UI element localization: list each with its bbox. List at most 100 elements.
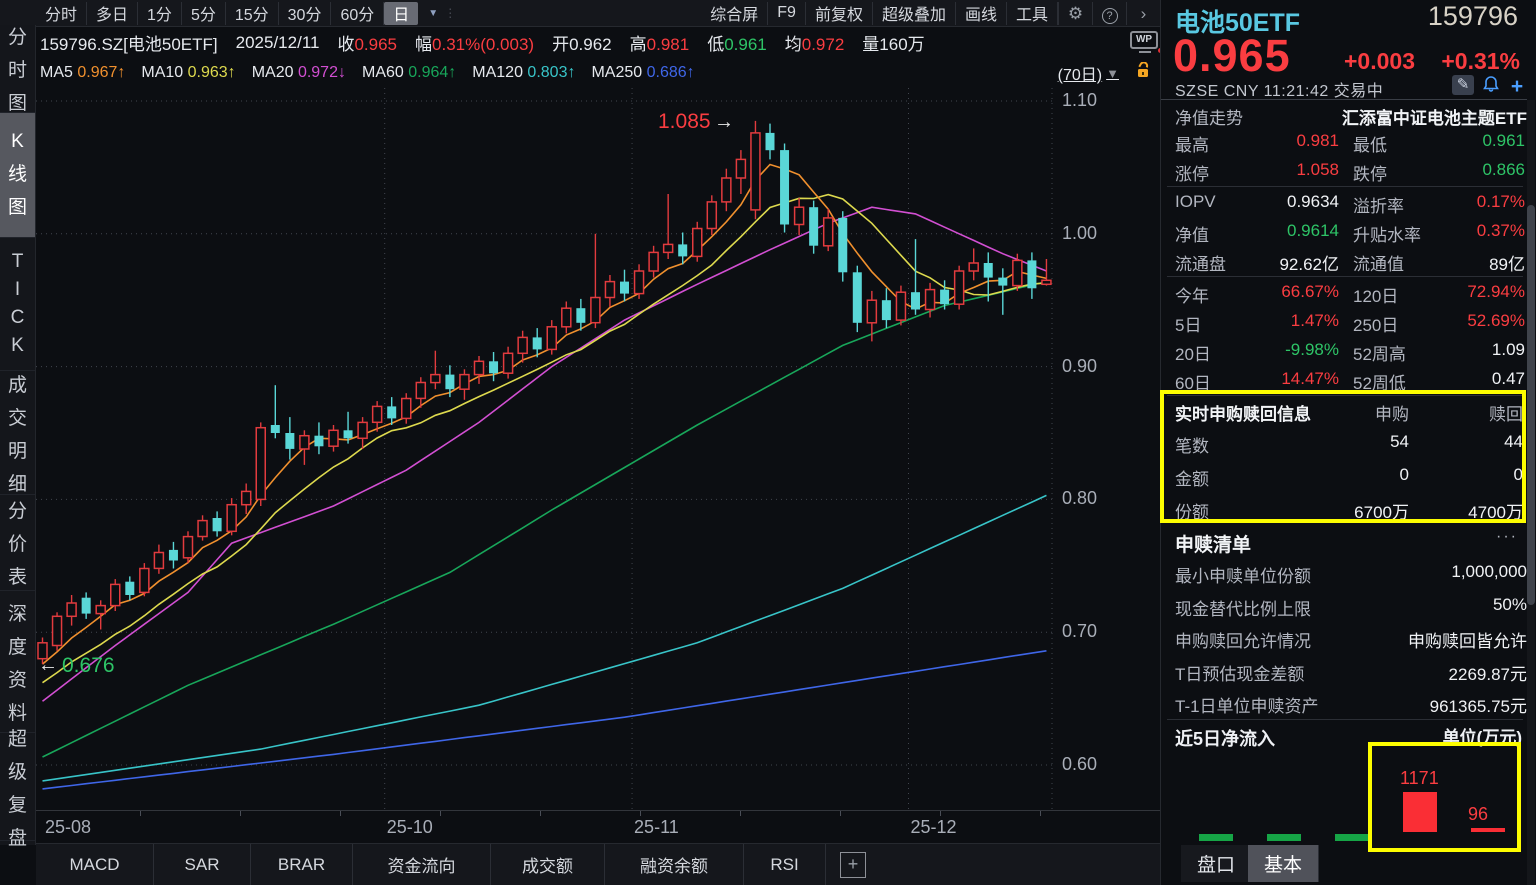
- close-value: 收0.965: [337, 30, 397, 55]
- net-inflow-label: 1171: [1400, 768, 1439, 789]
- x-axis-tick: [940, 811, 941, 816]
- x-axis-label: 25-12: [911, 817, 957, 838]
- redeem-row-T日预估现金差额: T日预估现金差额2269.87元: [1175, 660, 1527, 685]
- panel-tab-基本[interactable]: 基本: [1248, 845, 1319, 882]
- edit-pencil-icon[interactable]: ✎: [1452, 75, 1474, 95]
- ma-legend-MA20: MA20 0.972↓: [252, 64, 346, 82]
- fund-name-row: 净值走势汇添富中证电池主题ETF: [1175, 104, 1527, 129]
- stat-row-最高: 最高0.981最低0.961: [1175, 131, 1531, 156]
- x-axis-tick: [340, 811, 341, 816]
- sidebar-item-分价表[interactable]: 分价表: [0, 495, 35, 591]
- quote-info-row: 159796.SZ[电池50ETF] 2025/12/11 收0.965 幅0.…: [36, 27, 1160, 58]
- x-axis-tick: [640, 811, 641, 816]
- period-tab-多日[interactable]: 多日: [87, 2, 138, 25]
- ma-legend-items: MA5 0.967↑MA10 0.963↑MA20 0.972↓MA60 0.9…: [40, 64, 695, 82]
- gear-icon[interactable]: ⚙: [1058, 2, 1092, 25]
- net-inflow-bar-1: [1199, 834, 1233, 841]
- help-icon[interactable]: ?: [1092, 2, 1126, 25]
- sidebar-item-深度资料[interactable]: 深度资料: [0, 591, 35, 733]
- indicator-tab-成交额[interactable]: 成交额: [491, 844, 605, 885]
- period-tab-分时[interactable]: 分时: [36, 2, 87, 25]
- indicator-tab-资金流向[interactable]: 资金流向: [353, 844, 491, 885]
- net-inflow-bar-3: [1335, 834, 1369, 841]
- wp-monitor-icon[interactable]: WP: [1130, 31, 1160, 55]
- redeem-row-现金替代比例上限: 现金替代比例上限50%: [1175, 595, 1527, 620]
- x-axis-tick: [740, 811, 741, 816]
- ma-legend-MA120: MA120 0.803↑: [472, 64, 575, 82]
- redeem-row-最小申赎单位份额: 最小申赎单位份额1,000,000: [1175, 562, 1527, 587]
- trading-terminal: 分时多日1分5分15分30分60分日 ▼ ⋮ 综合屏F9前复权超级叠加画线工具 …: [0, 0, 1536, 885]
- y-axis-label: 1.00: [1062, 223, 1097, 244]
- x-axis-tick: [540, 811, 541, 816]
- net-inflow-bar-4: [1403, 792, 1437, 832]
- x-axis-label: 25-11: [634, 817, 679, 838]
- redeem-list-more-icon[interactable]: ···: [1496, 528, 1518, 546]
- sidebar-item-K线图[interactable]: K线图: [0, 113, 35, 238]
- subscribe-header: 实时申购赎回信息申购赎回: [1175, 400, 1527, 425]
- stat-row-60日: 60日14.47%52周低0.47: [1175, 369, 1531, 394]
- subscribe-row-金额: 金额00: [1175, 465, 1527, 490]
- period-tab-30分[interactable]: 30分: [279, 2, 332, 25]
- x-axis-tick: [840, 811, 841, 816]
- x-axis-tick: [440, 811, 441, 816]
- stat-row-今年: 今年66.67%120日72.94%: [1175, 282, 1531, 307]
- more-chevron-icon[interactable]: ›: [1126, 2, 1160, 25]
- indicator-tab-RSI[interactable]: RSI: [744, 844, 826, 885]
- indicator-tab-BRAR[interactable]: BRAR: [251, 844, 353, 885]
- candlestick-chart[interactable]: 1.085→←0.676: [36, 88, 1054, 810]
- stat-row-20日: 20日-9.98%52周高1.09: [1175, 340, 1531, 365]
- y-axis-label: 0.90: [1062, 356, 1097, 377]
- open-value: 开0.962: [552, 30, 612, 55]
- subscribe-row-笔数: 笔数5444: [1175, 432, 1527, 457]
- price-change-pct: +0.31%: [1441, 48, 1520, 75]
- tool-tab-前复权[interactable]: 前复权: [806, 2, 873, 25]
- period-tab-5分[interactable]: 5分: [182, 2, 226, 25]
- svg-text:←: ←: [38, 654, 58, 676]
- tool-tab-画线[interactable]: 画线: [956, 2, 1007, 25]
- stat-row-涨停: 涨停1.058跌停0.866: [1175, 160, 1531, 185]
- period-dropdown-icon[interactable]: ▼: [428, 8, 438, 19]
- panel-scrollbar-thumb[interactable]: [1527, 205, 1535, 605]
- period-tab-15分[interactable]: 15分: [226, 2, 279, 25]
- period-tab-1分[interactable]: 1分: [138, 2, 182, 25]
- period-tab-60分[interactable]: 60分: [331, 2, 384, 25]
- indicator-tab-MACD[interactable]: MACD: [36, 844, 154, 885]
- add-watchlist-icon[interactable]: +: [1506, 75, 1528, 95]
- alert-bell-icon[interactable]: [1480, 75, 1502, 95]
- period-tab-日[interactable]: 日: [384, 2, 418, 25]
- indicator-tab-SAR[interactable]: SAR: [154, 844, 251, 885]
- tool-tab-超级叠加[interactable]: 超级叠加: [873, 2, 956, 25]
- sidebar-item-成交明细[interactable]: 成交明细: [0, 371, 35, 495]
- volume-value: 量160万: [862, 30, 924, 55]
- net-inflow-title: 近5日净流入: [1175, 725, 1275, 751]
- y-axis-label: 0.60: [1062, 754, 1097, 775]
- unlock-icon[interactable]: [1135, 62, 1152, 84]
- high-value: 高0.981: [630, 30, 690, 55]
- ma-legend-MA10: MA10 0.963↑: [141, 64, 235, 82]
- tool-tab-综合屏[interactable]: 综合屏: [701, 2, 768, 25]
- y-axis-label: 0.80: [1062, 488, 1097, 509]
- indicator-tab-融资余额[interactable]: 融资余额: [605, 844, 744, 885]
- sidebar-item-超级复盘[interactable]: 超级复盘: [0, 733, 35, 841]
- tool-tab-F9[interactable]: F9: [768, 2, 806, 25]
- period-tab-group: 分时多日1分5分15分30分60分日: [36, 2, 422, 25]
- net-inflow-bar-2: [1267, 834, 1301, 841]
- symbol-label[interactable]: 159796.SZ[电池50ETF]: [40, 30, 218, 55]
- price-change: +0.003: [1344, 48, 1415, 75]
- range-selector[interactable]: (70日)▼: [1058, 61, 1119, 85]
- subscribe-row-份额: 份额6700万4700万: [1175, 498, 1527, 523]
- add-indicator-icon[interactable]: +: [840, 852, 866, 878]
- tool-tab-工具[interactable]: 工具: [1007, 2, 1058, 25]
- ma-legend-MA5: MA5 0.967↑: [40, 64, 125, 82]
- tool-tab-group: 综合屏F9前复权超级叠加画线工具: [701, 0, 1058, 26]
- avg-value: 均0.972: [785, 30, 845, 55]
- stat-row-5日: 5日1.47%250日52.69%: [1175, 311, 1531, 336]
- stat-row-流通盘: 流通盘92.62亿流通值89亿: [1175, 250, 1531, 275]
- sidebar-item-TICK[interactable]: TICK: [0, 238, 35, 371]
- x-axis-label: 25-10: [387, 817, 433, 838]
- svg-text:0.676: 0.676: [62, 654, 115, 677]
- panel-tab-盘口[interactable]: 盘口: [1181, 845, 1252, 882]
- net-inflow-label: 96: [1468, 804, 1488, 825]
- sidebar-item-分时图[interactable]: 分时图: [0, 25, 35, 113]
- net-inflow-unit: 单位(万元): [1443, 723, 1522, 748]
